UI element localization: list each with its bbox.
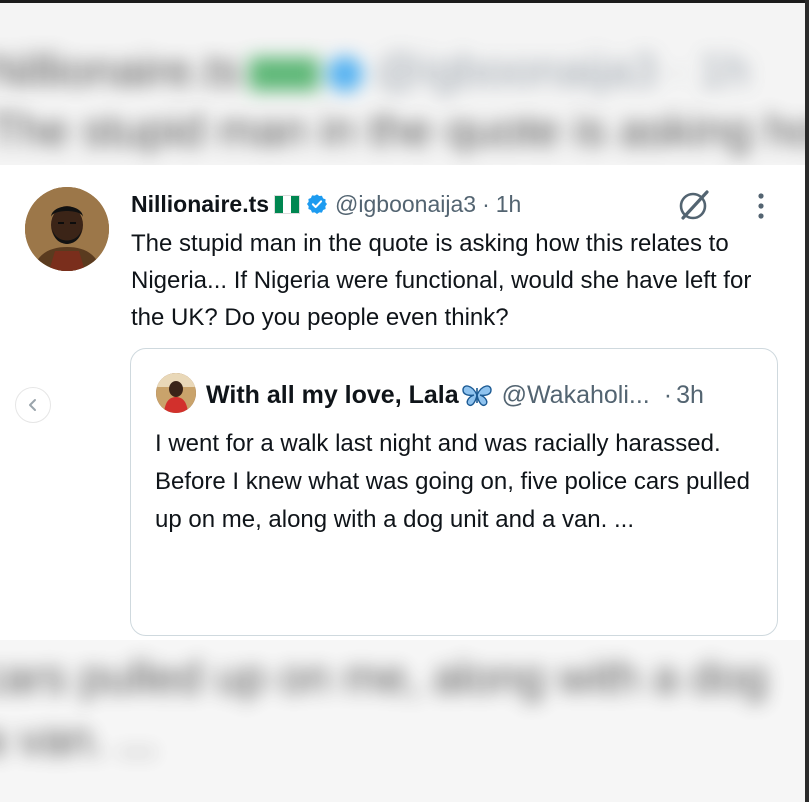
quoted-tweet-text: I went for a walk last night and was rac… bbox=[155, 425, 755, 539]
blurred-handle-text: @igboonaija3 · 1h bbox=[375, 44, 750, 96]
blurred-flag-icon bbox=[248, 56, 319, 91]
quoted-text-line: I went for a walk last night and was rac… bbox=[155, 430, 721, 457]
avatar-illustration bbox=[25, 187, 109, 271]
avatar[interactable] bbox=[25, 187, 109, 271]
nigeria-flag-icon bbox=[274, 194, 301, 214]
blurred-header-background: Nillionaire.ts @igboonaija3 · 1h The stu… bbox=[0, 3, 805, 165]
blurred-name-line: Nillionaire.ts @igboonaija3 · 1h bbox=[0, 43, 749, 97]
carousel-back-button[interactable] bbox=[15, 387, 51, 423]
blurred-text-line: The stupid man in the quote is asking ho… bbox=[0, 104, 805, 156]
tweet-card[interactable]: Nillionaire.ts @igboonaija3 · 1h The stu… bbox=[0, 165, 805, 640]
separator-dot: · bbox=[482, 190, 490, 217]
verified-badge-icon bbox=[307, 194, 328, 214]
blurred-text-line: cars pulled up on me, along with a dog bbox=[0, 651, 768, 703]
blurred-footer-background: cars pulled up on me, along with a dog a… bbox=[0, 640, 805, 802]
quoted-avatar[interactable] bbox=[156, 373, 196, 413]
grok-icon[interactable] bbox=[676, 187, 712, 223]
tweet-text: The stupid man in the quote is asking ho… bbox=[131, 230, 752, 331]
quoted-text-line: Before I knew what was going on, five po… bbox=[155, 468, 750, 533]
quoted-tweet-header: With all my love, Lala @Wakaholi... · 3h bbox=[206, 379, 704, 411]
blurred-text-line: a van. ... bbox=[0, 713, 157, 765]
right-frame-border bbox=[805, 0, 809, 802]
butterfly-icon bbox=[461, 385, 492, 407]
quoted-user-handle[interactable]: @Wakaholi... bbox=[502, 381, 650, 410]
chevron-left-icon bbox=[29, 399, 36, 411]
quoted-tweet-card[interactable]: With all my love, Lala @Wakaholi... · 3h… bbox=[130, 348, 778, 636]
quoted-avatar-photo bbox=[156, 373, 196, 413]
quoted-display-name[interactable]: With all my love, Lala bbox=[206, 381, 459, 410]
display-name[interactable]: Nillionaire.ts bbox=[131, 191, 269, 218]
more-options-icon[interactable] bbox=[750, 191, 772, 221]
quoted-tweet-time[interactable]: 3h bbox=[676, 381, 704, 410]
quoted-separator-dot: · bbox=[663, 380, 673, 409]
user-handle[interactable]: @igboonaija3 bbox=[335, 191, 476, 218]
blurred-verified-icon bbox=[326, 55, 363, 92]
blurred-name-text: Nillionaire.ts bbox=[0, 44, 241, 96]
tweet-time[interactable]: 1h bbox=[496, 191, 522, 218]
tweet-header: Nillionaire.ts @igboonaija3 · 1h bbox=[131, 189, 521, 219]
